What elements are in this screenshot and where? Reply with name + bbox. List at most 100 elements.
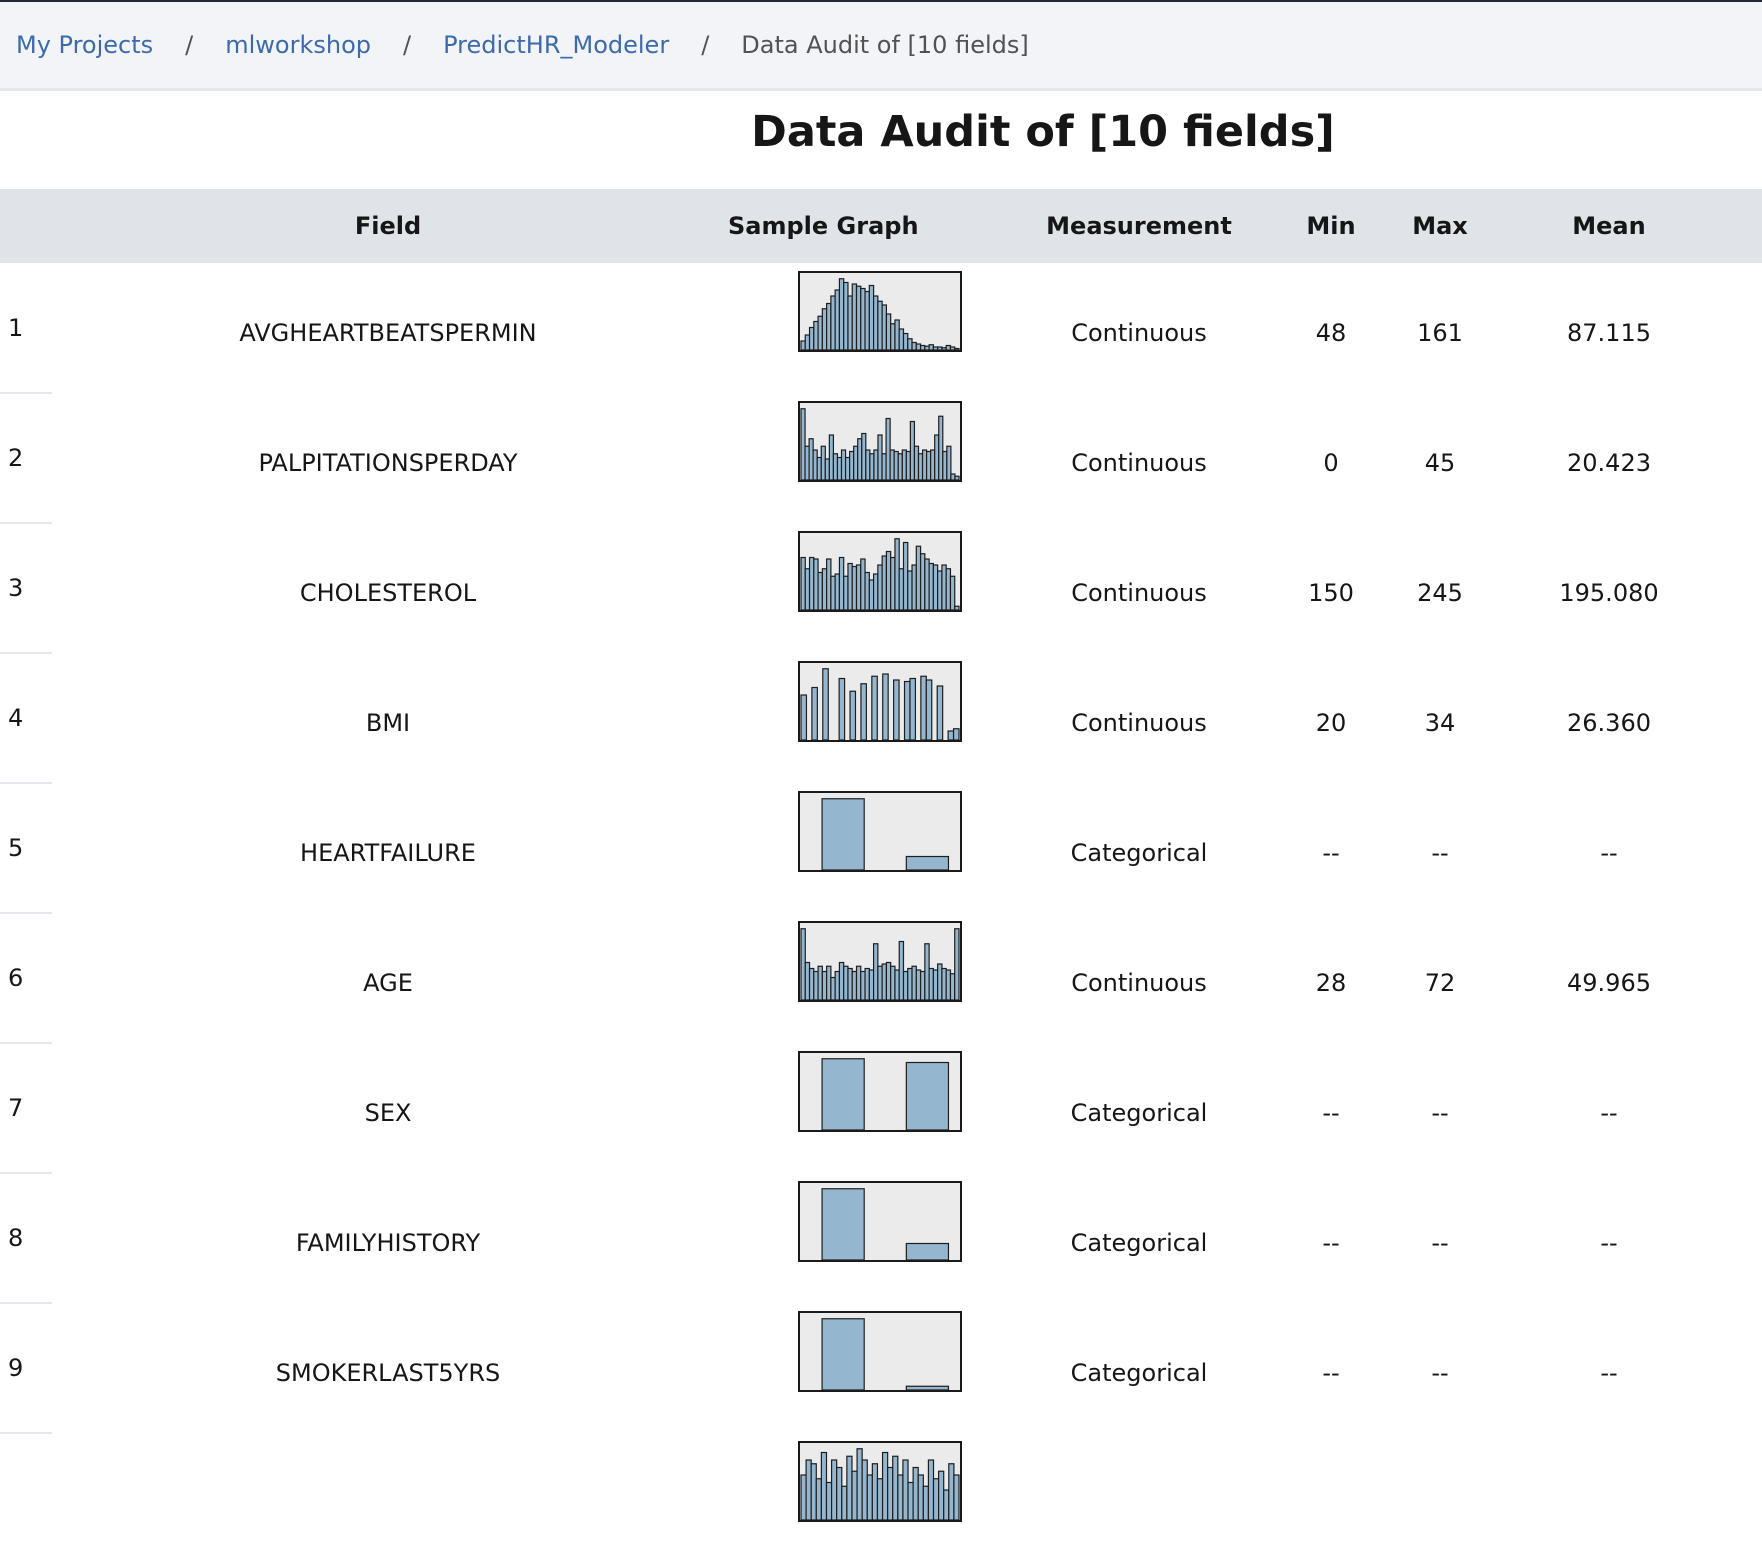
histogram-bar [817,571,823,610]
sample-graph [724,393,1004,523]
histogram-bar [847,967,853,1000]
histogram-bar [937,963,943,1000]
mean-value: 195.080 [1559,579,1659,607]
field-name: SEX [364,1099,412,1127]
histogram-bar [894,969,900,1000]
histogram-bar [907,570,913,610]
histogram-bar [821,1318,865,1390]
histogram-bar [872,943,879,1000]
histogram-bar [866,1474,873,1520]
histogram-bar [890,965,896,1000]
histogram-bar [800,408,806,480]
breadcrumb-separator: / [701,31,710,59]
histogram-bar [949,973,956,1000]
max-value: -- [1431,839,1449,867]
histogram-bar [894,319,900,350]
histogram-bar [887,1466,894,1520]
histogram-bar [915,343,922,350]
row-index: 2 [0,393,52,524]
max-value: 34 [1424,709,1456,737]
breadcrumb-separator: / [185,31,194,59]
histogram-bar [849,450,855,480]
histogram-bar [920,675,927,740]
field-name [52,1433,724,1563]
histogram-bar [825,1481,833,1520]
column-header-mean[interactable]: Mean [1492,189,1726,263]
histogram-bar [954,475,960,480]
histogram-bar [917,1474,924,1520]
min-value: 28 [1315,969,1347,997]
row-spacer [1726,523,1762,653]
max-value: 72 [1424,969,1456,997]
column-header-field[interactable]: Field [52,189,724,263]
histogram-bar [820,445,826,480]
histogram-bar [851,565,858,610]
mean-value: -- [1600,1099,1618,1127]
histogram-bar [911,965,917,1000]
histogram-bar [830,1459,838,1520]
histogram-bar [902,970,909,1000]
table-row: 9 SMOKERLAST5YRS Categorical -- -- -- [0,1303,1762,1434]
min-value: -- [1322,1359,1340,1387]
min-value: 20 [1315,709,1347,737]
histogram-bar [903,680,911,740]
sample-graph [724,1433,1004,1563]
histogram-bar [905,1385,950,1390]
histogram-bar [911,341,917,350]
histogram-bar [941,564,947,610]
breadcrumb-predicthr-modeler[interactable]: PredictHR_Modeler [443,31,669,59]
row-index: 6 [0,913,52,1044]
histogram-bar [821,1188,865,1260]
histogram-bar [821,568,828,610]
histogram-bar [830,295,836,350]
histogram-bar [843,281,849,350]
breadcrumb-my-projects[interactable]: My Projects [16,31,153,59]
histogram-bar [838,961,845,1000]
max-value: 45 [1424,449,1456,477]
column-header-measurement[interactable]: Measurement [1004,189,1274,263]
column-header-index [0,189,52,263]
field-name: AVGHEARTBEATSPERMIN [239,319,537,347]
histogram-bar [945,344,952,350]
row-spacer [1726,783,1762,913]
column-header-min[interactable]: Min [1274,189,1388,263]
histogram-bar [954,347,960,350]
histogram [798,1181,962,1262]
column-header-max[interactable]: Max [1388,189,1492,263]
min-value: -- [1322,1099,1340,1127]
histogram-bar [853,445,859,480]
histogram-bar [836,456,843,480]
histogram-bar [830,575,836,610]
mean-value: 49.965 [1567,969,1651,997]
histogram-bar [938,1470,945,1520]
histogram-bar [810,1463,817,1520]
histogram-bar [911,564,917,610]
histogram-bar [907,967,913,1000]
histogram-bar [868,969,875,1000]
row-index: 1 [0,263,52,394]
histogram-bar [821,1058,865,1130]
histogram-bar [813,558,819,610]
breadcrumb: My Projects / mlworkshop / PredictHR_Mod… [0,2,1762,91]
histogram-bar [947,730,955,740]
breadcrumb-mlworkshop[interactable]: mlworkshop [225,31,371,59]
histogram-bar [897,453,903,480]
histogram-bar [864,571,870,610]
row-spacer [1726,1303,1762,1433]
histogram-bar [836,1466,843,1520]
histogram-bar [877,564,883,610]
histogram-bar [912,1466,919,1520]
histogram-bar [909,420,916,480]
histogram-bar [942,450,948,480]
histogram-bar [869,453,875,480]
histogram-bar [838,278,845,350]
histogram-bar [943,1489,950,1520]
histogram-bar [905,450,911,480]
measurement-value: Categorical [1070,1229,1208,1257]
sample-graph [724,1043,1004,1173]
histogram-bar [915,969,922,1000]
table-row: 6 AGE Continuous 28 72 49.965 [0,913,1762,1044]
histogram-bar [822,668,829,740]
column-header-spacer [1726,189,1762,263]
histogram-bar [817,965,823,1000]
